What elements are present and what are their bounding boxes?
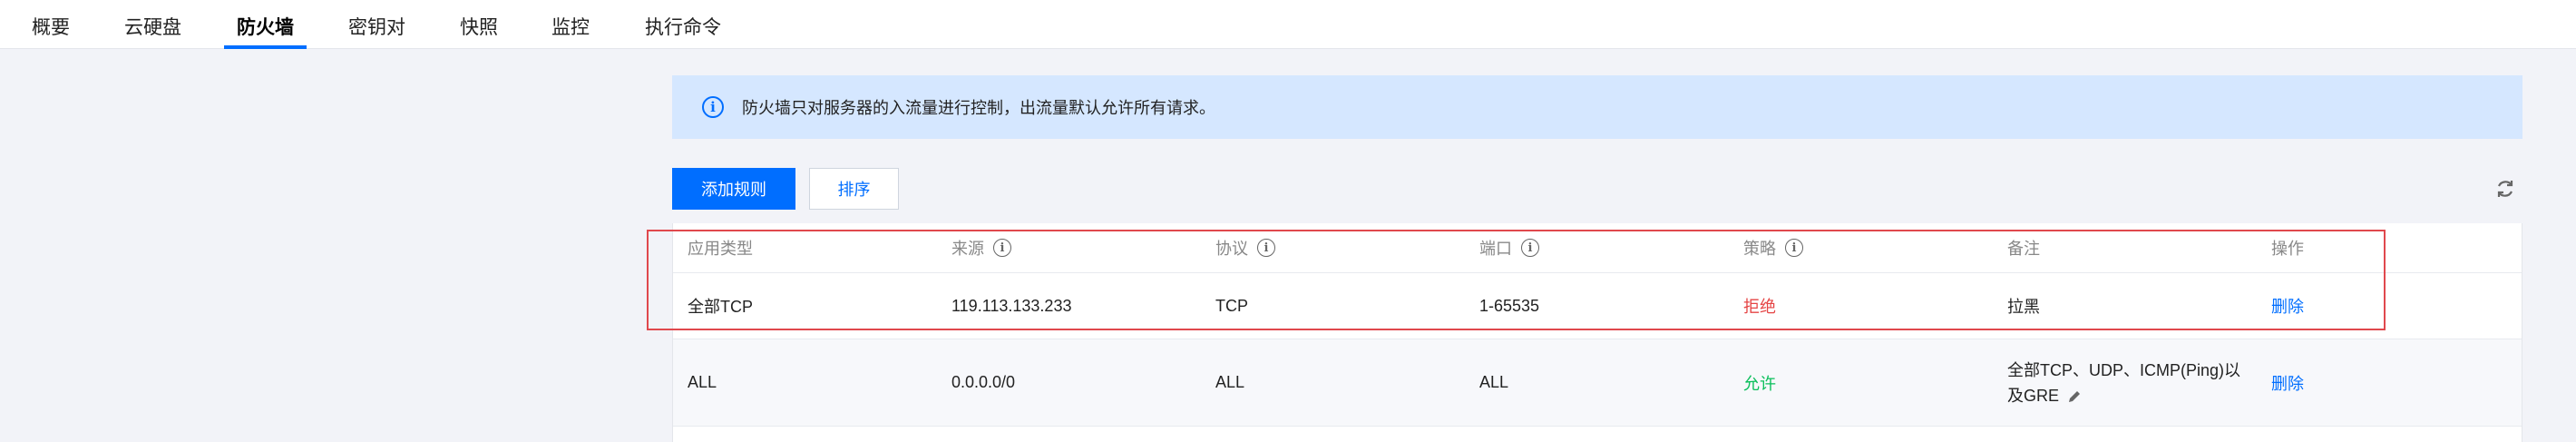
info-banner: i 防火墙只对服务器的入流量进行控制，出流量默认允许所有请求。 <box>672 75 2522 139</box>
col-action: 操作 <box>2271 240 2304 258</box>
col-source: 来源 i <box>951 223 1011 272</box>
cell-source: 119.113.133.233 <box>951 296 1072 315</box>
table-header: 应用类型 来源 i 协议 i 端口 i 策略 i 备注 操作 <box>673 223 2522 273</box>
note-line-1: 全部TCP、UDP、ICMP(Ping)以 <box>2007 360 2241 379</box>
firewall-rules-table: 应用类型 来源 i 协议 i 端口 i 策略 i 备注 操作 全部TCP 119.113… <box>672 223 2522 442</box>
cell-protocol: ALL <box>1215 373 1245 391</box>
cell-protocol: TCP <box>1215 296 1248 315</box>
col-protocol: 协议 i <box>1215 223 1275 272</box>
info-icon: i <box>702 96 724 118</box>
table-row: 全部TCP 119.113.133.233 TCP 1-65535 拒绝 拉黑 … <box>673 273 2522 339</box>
tab-overview[interactable]: 概要 <box>32 0 70 49</box>
source-info-icon[interactable]: i <box>993 239 1011 257</box>
tab-snapshot[interactable]: 快照 <box>460 0 498 49</box>
cell-port: 1-65535 <box>1479 296 1540 315</box>
col-policy: 策略 i <box>1743 223 1803 272</box>
cell-policy: 允许 <box>1743 374 1776 393</box>
tab-cloud-disk[interactable]: 云硬盘 <box>124 0 181 49</box>
cell-policy: 拒绝 <box>1743 298 1776 316</box>
add-rule-button[interactable]: 添加规则 <box>672 168 795 210</box>
tab-firewall[interactable]: 防火墙 <box>224 0 307 49</box>
cell-app-type: 全部TCP <box>688 298 753 316</box>
cell-note: 拉黑 <box>2007 298 2040 316</box>
delete-link[interactable]: 删除 <box>2271 339 2304 426</box>
cell-note: 全部TCP、UDP、ICMP(Ping)以 及GRE <box>2007 339 2240 426</box>
col-note: 备注 <box>2007 240 2040 258</box>
delete-link[interactable]: 删除 <box>2271 273 2304 339</box>
edit-pencil-icon[interactable] <box>2066 388 2083 405</box>
table-row: ALL 0.0.0.0/0 ALL ALL 允许 全部TCP、UDP、ICMP(… <box>673 339 2522 427</box>
sort-button[interactable]: 排序 <box>809 168 899 210</box>
cell-app-type: ALL <box>688 373 717 391</box>
tab-run-command[interactable]: 执行命令 <box>645 0 721 49</box>
banner-text: 防火墙只对服务器的入流量进行控制，出流量默认允许所有请求。 <box>742 99 1215 117</box>
col-port: 端口 i <box>1479 223 1539 272</box>
tab-monitor[interactable]: 监控 <box>551 0 590 49</box>
cell-source: 0.0.0.0/0 <box>951 373 1016 391</box>
protocol-info-icon[interactable]: i <box>1257 239 1275 257</box>
port-info-icon[interactable]: i <box>1521 239 1539 257</box>
policy-info-icon[interactable]: i <box>1785 239 1803 257</box>
tab-key-pair[interactable]: 密钥对 <box>348 0 405 49</box>
refresh-icon[interactable] <box>2494 178 2516 200</box>
col-app-type: 应用类型 <box>688 240 753 258</box>
tab-bar: 概要 云硬盘 防火墙 密钥对 快照 监控 执行命令 <box>0 0 2576 49</box>
note-line-2: 及GRE <box>2007 386 2060 405</box>
cell-port: ALL <box>1479 373 1509 391</box>
